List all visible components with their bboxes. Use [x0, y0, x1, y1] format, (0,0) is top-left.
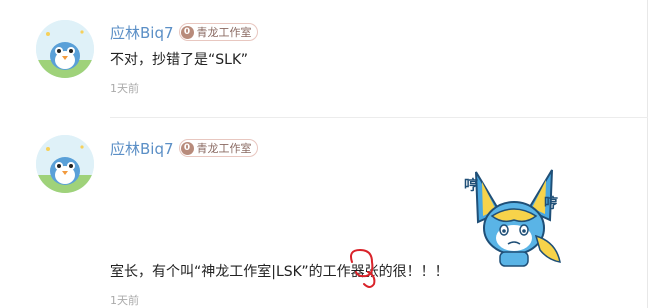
avatar[interactable]: [36, 20, 94, 78]
avatar[interactable]: [36, 135, 94, 193]
sticker-text: 哼: [464, 177, 478, 194]
sticker-image: 哼 哼: [456, 164, 572, 272]
username[interactable]: 应林Biq7: [110, 22, 174, 43]
username[interactable]: 应林Biq7: [110, 138, 174, 159]
fan-badge[interactable]: 0 青龙工作室: [178, 23, 258, 41]
fan-badge-label: 青龙工作室: [196, 142, 252, 155]
avatar-bird-icon: [36, 135, 94, 193]
avatar-bird-icon: [36, 20, 94, 78]
comment-meta: 应林Biq7 0 青龙工作室: [110, 138, 258, 158]
sticker-fox-icon: 哼 哼: [464, 169, 561, 267]
fan-badge-icon: 0: [180, 25, 194, 39]
comment-text: 不对，抄错了是“SLK”: [110, 52, 248, 68]
comment-time: 1天前: [110, 294, 139, 307]
comment-item: 应林Biq7 0 青龙工作室 不对，抄错了是“SLK” 1天前: [0, 0, 648, 118]
fan-badge[interactable]: 0 青龙工作室: [178, 139, 258, 157]
comment-text-part: 张的很！！！: [364, 264, 449, 280]
comment-text-circled: 器: [350, 264, 365, 280]
comment-meta: 应林Biq7 0 青龙工作室: [110, 22, 258, 42]
comment-text-part: 室长，有个叫“神龙工作室|LSK”的工作: [110, 264, 351, 280]
sticker-text: 哼: [544, 195, 558, 212]
comment-time: 1天前: [110, 82, 139, 95]
fan-badge-label: 青龙工作室: [196, 26, 252, 39]
fan-badge-icon: 0: [180, 141, 194, 155]
comment-text: 室长，有个叫“神龙工作室|LSK”的工作器张的很！！！: [110, 261, 449, 281]
